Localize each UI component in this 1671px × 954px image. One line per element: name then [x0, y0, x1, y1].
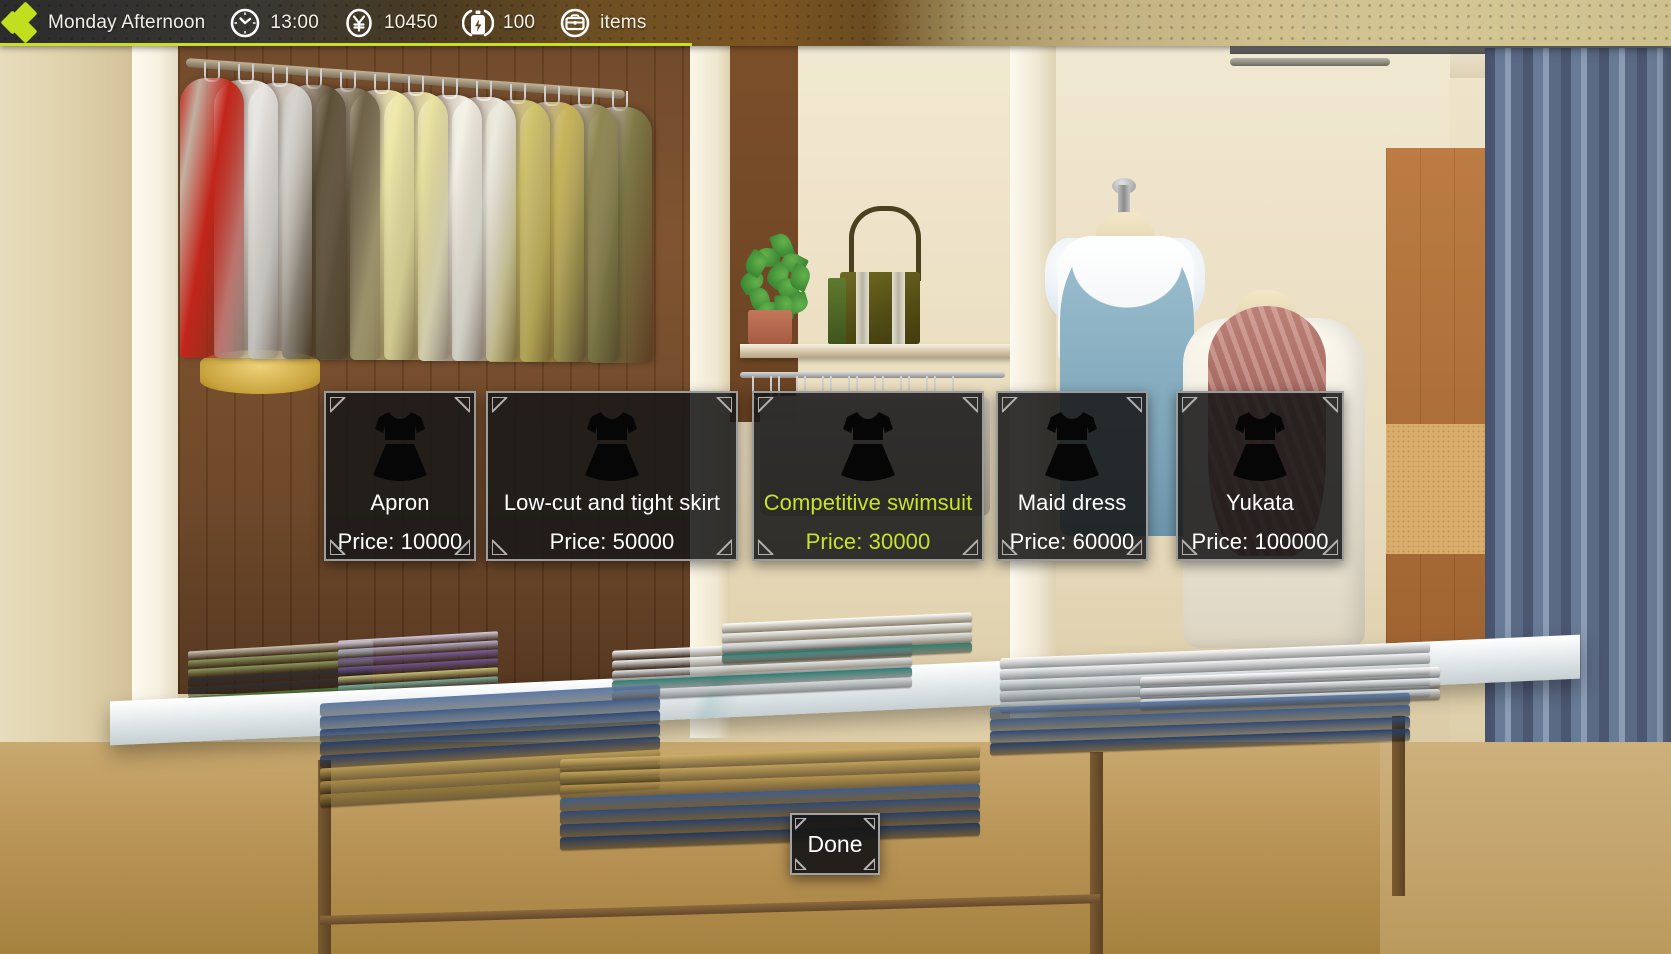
item-name: Competitive swimsuit	[763, 490, 973, 515]
inventory-indicator: items	[547, 7, 658, 39]
corner-bracket-icon	[758, 525, 788, 555]
game-screen: Monday Afternoon 13:00 10450 100 items A…	[0, 0, 1671, 954]
briefcase-icon	[559, 7, 591, 39]
yen-icon	[343, 7, 375, 39]
corner-bracket-icon	[853, 848, 876, 871]
dress-icon	[369, 409, 431, 481]
item-price: Price: 30000	[805, 529, 931, 555]
stamina-indicator: 100	[450, 7, 547, 39]
corner-bracket-icon	[1182, 397, 1212, 427]
item-name: Yukata	[1226, 490, 1294, 515]
corner-bracket-icon	[794, 848, 817, 871]
item-name: Maid dress	[1017, 490, 1127, 515]
stamina-value: 100	[502, 12, 536, 33]
item-card-apron[interactable]: Apron Price: 10000	[324, 391, 476, 561]
done-button[interactable]: Done	[790, 813, 880, 875]
display-handbag	[828, 272, 920, 344]
energy-bottle-icon	[461, 7, 494, 39]
item-card-yukata[interactable]: Yukata Price: 100000	[1176, 391, 1344, 561]
item-card-competitive-swimsuit[interactable]: Competitive swimsuit Price: 30000	[752, 391, 984, 561]
corner-bracket-icon	[702, 525, 732, 555]
daytime-indicator: Monday Afternoon	[36, 12, 217, 34]
fitting-room-curtain	[1485, 48, 1671, 848]
corner-bracket-icon	[702, 397, 732, 427]
diamond-logo-icon	[0, 0, 38, 46]
status-bar: Monday Afternoon 13:00 10450 100 items	[0, 0, 1671, 46]
floor-right-section	[1380, 742, 1671, 954]
dress-icon	[837, 409, 899, 481]
dress-icon	[1229, 409, 1291, 481]
table-leg-right	[1090, 752, 1103, 954]
corner-bracket-icon	[1002, 397, 1032, 427]
corner-bracket-icon	[1308, 397, 1338, 427]
item-name: Low-cut and tight skirt	[503, 490, 721, 515]
item-card-low-cut-and-tight-skirt[interactable]: Low-cut and tight skirt Price: 50000	[486, 391, 738, 561]
corner-bracket-icon	[758, 397, 788, 427]
corner-bracket-icon	[492, 525, 522, 555]
corner-bracket-icon	[853, 817, 876, 840]
inventory-label: items	[600, 12, 647, 33]
item-price: Price: 100000	[1191, 529, 1329, 555]
clock-value: 13:00	[270, 12, 319, 33]
corner-bracket-icon	[1112, 397, 1142, 427]
corner-bracket-icon	[948, 525, 978, 555]
corner-bracket-icon	[492, 397, 522, 427]
corner-bracket-icon	[440, 397, 470, 427]
item-price: Price: 50000	[549, 529, 675, 555]
item-name: Apron	[370, 490, 430, 515]
center-display-shelf	[740, 344, 1020, 358]
potted-plant-leaves	[736, 230, 814, 322]
item-price: Price: 60000	[1009, 529, 1135, 555]
clock-indicator: 13:00	[217, 7, 331, 39]
corner-bracket-icon	[330, 397, 360, 427]
right-pillar	[1010, 38, 1056, 718]
upper-hanger-rod-right	[1230, 58, 1390, 66]
money-value: 10450	[383, 12, 438, 33]
item-price: Price: 10000	[337, 529, 463, 555]
dress-icon	[1041, 409, 1103, 481]
daytime-label: Monday Afternoon	[48, 12, 206, 33]
item-card-maid-dress[interactable]: Maid dress Price: 60000	[996, 391, 1148, 561]
plant-pot	[748, 310, 792, 346]
handbag-handle	[849, 206, 921, 281]
clock-icon	[229, 7, 261, 39]
table-leg-far-right	[1392, 716, 1405, 896]
corner-bracket-icon	[794, 817, 817, 840]
corner-bracket-icon	[948, 397, 978, 427]
dress-icon	[581, 409, 643, 481]
money-indicator: 10450	[331, 7, 450, 39]
